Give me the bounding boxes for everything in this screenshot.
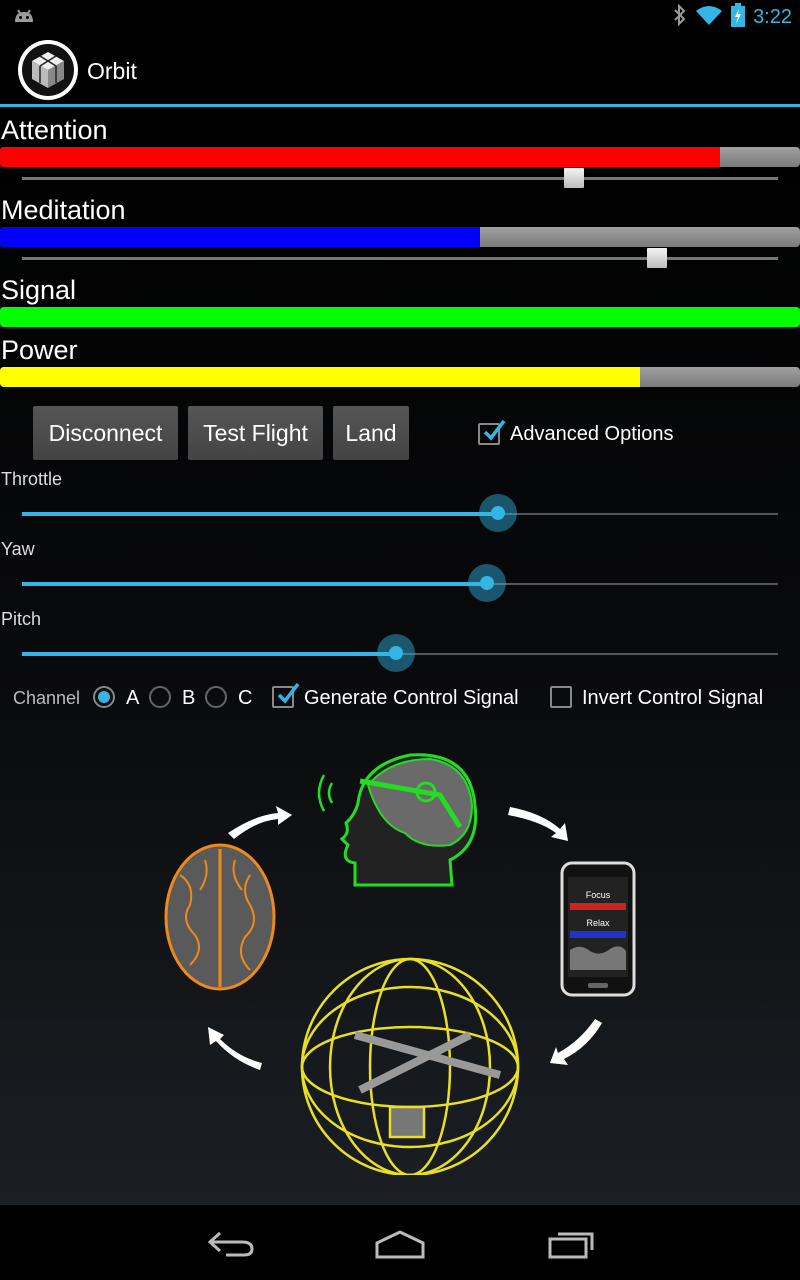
invert-control-signal-label: Invert Control Signal xyxy=(582,687,764,709)
action-bar: Orbit xyxy=(0,33,800,105)
wifi-icon xyxy=(695,4,723,31)
back-icon[interactable] xyxy=(206,1229,254,1262)
app-title: Orbit xyxy=(87,58,137,84)
status-time: 3:22 xyxy=(753,5,792,28)
signal-progress-fill xyxy=(0,307,800,327)
meditation-progress-fill xyxy=(0,227,480,247)
yaw-slider[interactable] xyxy=(22,564,778,602)
head-headset-icon xyxy=(317,753,478,887)
test-flight-button[interactable]: Test Flight xyxy=(188,406,323,460)
yaw-label: Yaw xyxy=(1,539,35,559)
throttle-label: Throttle xyxy=(1,469,63,489)
smartphone-icon: Focus Relax xyxy=(560,861,636,997)
advanced-options-checkbox[interactable] xyxy=(478,419,506,445)
signal-progress-bar xyxy=(0,307,800,327)
advanced-options-label: Advanced Options xyxy=(510,423,674,445)
phone-relax-label: Relax xyxy=(586,918,610,928)
recents-icon[interactable] xyxy=(548,1229,596,1264)
checkmark-icon xyxy=(277,682,300,704)
attention-progress-bar xyxy=(0,147,800,167)
power-label: Power xyxy=(1,335,78,365)
meditation-progress-bar xyxy=(0,227,800,247)
channel-c-radio[interactable] xyxy=(205,686,227,708)
home-icon[interactable] xyxy=(375,1229,425,1264)
brain-control-cycle-illustration: Focus Relax xyxy=(150,745,650,1177)
channel-a-radio[interactable] xyxy=(93,686,115,708)
meditation-threshold-thumb[interactable] xyxy=(647,248,668,268)
cube-logo-icon[interactable] xyxy=(18,40,78,100)
invert-control-signal-checkbox[interactable] xyxy=(550,686,572,708)
navigation-bar xyxy=(0,1205,800,1280)
pitch-slider[interactable] xyxy=(22,634,778,672)
meditation-label: Meditation xyxy=(1,195,126,225)
land-button[interactable]: Land xyxy=(333,406,409,460)
attention-threshold-seekbar[interactable] xyxy=(22,168,778,188)
yaw-slider-fill xyxy=(22,582,487,586)
battery-charging-icon xyxy=(731,2,746,32)
channel-a-label: A xyxy=(126,687,140,709)
power-progress-bar xyxy=(0,367,800,387)
throttle-slider[interactable] xyxy=(22,494,778,532)
pitch-label: Pitch xyxy=(1,609,42,629)
generate-control-signal-checkbox[interactable] xyxy=(272,682,300,708)
pitch-slider-fill xyxy=(22,652,397,656)
power-progress-fill xyxy=(0,367,640,387)
pitch-slider-thumb[interactable] xyxy=(377,634,416,672)
throttle-slider-fill xyxy=(22,512,499,516)
generate-control-signal-label: Generate Control Signal xyxy=(304,687,519,709)
throttle-slider-thumb[interactable] xyxy=(479,494,518,532)
signal-label: Signal xyxy=(1,275,77,305)
channel-b-label: B xyxy=(182,687,196,709)
attention-progress-fill xyxy=(0,147,720,167)
android-icon xyxy=(12,6,36,31)
channel-c-label: C xyxy=(238,687,253,709)
yaw-slider-thumb[interactable] xyxy=(467,564,506,602)
attention-label: Attention xyxy=(1,115,108,145)
phone-focus-label: Focus xyxy=(586,890,611,900)
checkmark-icon xyxy=(483,419,506,441)
brain-icon xyxy=(164,843,276,991)
meditation-threshold-seekbar[interactable] xyxy=(22,248,778,268)
status-bar: 3:22 xyxy=(0,0,800,33)
channel-b-radio[interactable] xyxy=(149,686,171,708)
attention-threshold-thumb[interactable] xyxy=(563,168,584,188)
channel-label: Channel xyxy=(13,688,81,708)
bluetooth-icon xyxy=(673,3,687,31)
orb-drone-icon xyxy=(300,957,520,1177)
disconnect-button[interactable]: Disconnect xyxy=(33,406,178,460)
